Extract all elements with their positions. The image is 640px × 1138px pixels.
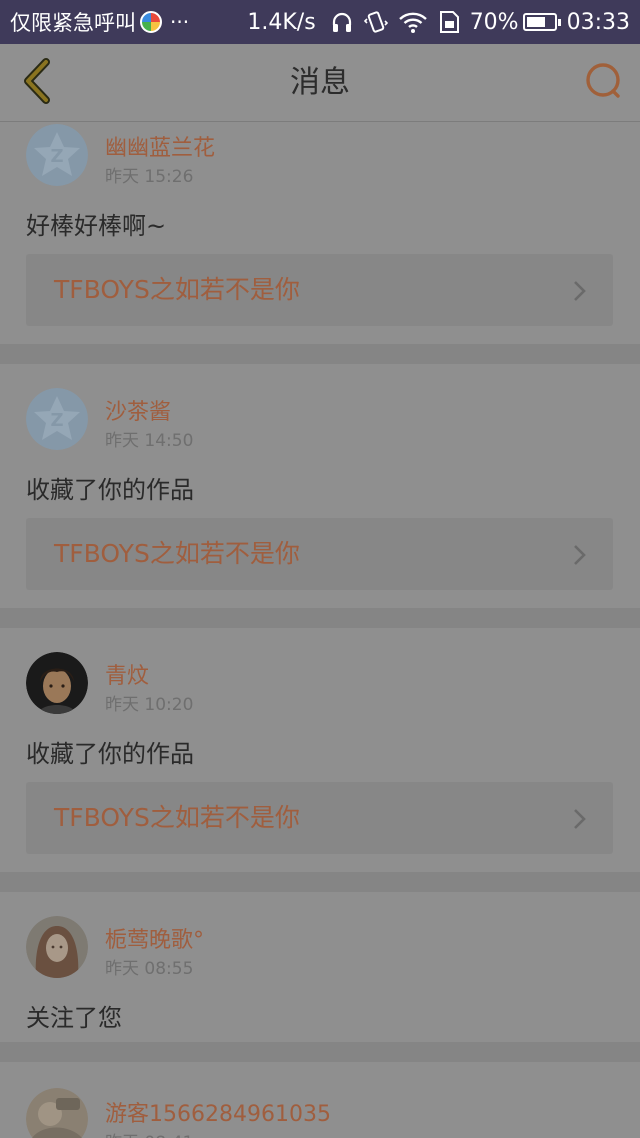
search-button[interactable] <box>582 61 626 105</box>
message-card: 游客1566284961035 昨天 08:41 <box>0 1062 640 1138</box>
message-text: 收藏了你的作品 <box>26 476 194 504</box>
work-title: TFBOYS之如若不是你 <box>54 275 300 304</box>
user-name[interactable]: 栀莺晚歌° <box>105 922 204 954</box>
avatar[interactable] <box>26 652 88 714</box>
divider <box>0 344 640 364</box>
battery-level <box>526 17 545 27</box>
message-time: 昨天 14:50 <box>105 431 194 451</box>
default-qq-avatar-icon: Z <box>26 124 88 186</box>
message-card: Z 沙茶酱 昨天 14:50 收藏了你的作品 TFBOYS之如若不是你 <box>0 364 640 608</box>
work-link[interactable]: TFBOYS之如若不是你 <box>26 782 613 854</box>
message-text: 关注了您 <box>26 1004 122 1032</box>
app-header: 消息 <box>0 44 640 122</box>
divider <box>0 608 640 628</box>
status-bar: 仅限紧急呼叫 ··· 1.4K/s 70% 03:33 <box>0 0 640 44</box>
search-icon <box>584 61 624 105</box>
carrier-text: 仅限紧急呼叫 <box>10 11 136 35</box>
avatar[interactable] <box>26 1088 88 1138</box>
user-name[interactable]: 幽幽蓝兰花 <box>105 130 215 162</box>
battery-percent: 70% <box>469 9 519 35</box>
avatar[interactable] <box>26 916 88 978</box>
clock: 03:33 <box>566 9 630 35</box>
message-card: Z 幽幽蓝兰花 昨天 15:26 好棒好棒啊~ TFBOYS之如若不是你 <box>0 122 640 344</box>
work-title: TFBOYS之如若不是你 <box>54 803 300 832</box>
female-portrait-avatar-icon <box>26 916 88 978</box>
sim-card-icon <box>438 10 460 34</box>
svg-text:Z: Z <box>50 146 63 167</box>
vibrate-icon <box>363 10 388 34</box>
work-link[interactable]: TFBOYS之如若不是你 <box>26 518 613 590</box>
svg-text:Z: Z <box>50 410 63 431</box>
chevron-right-icon <box>573 280 587 306</box>
message-feed[interactable]: Z 幽幽蓝兰花 昨天 15:26 好棒好棒啊~ TFBOYS之如若不是你 Z 沙… <box>0 122 640 1138</box>
message-card: 青炆 昨天 10:20 收藏了你的作品 TFBOYS之如若不是你 <box>0 628 640 872</box>
avatar[interactable]: Z <box>26 388 88 450</box>
chevron-right-icon <box>573 544 587 570</box>
chevron-right-icon <box>573 808 587 834</box>
message-time: 昨天 08:55 <box>105 959 194 979</box>
message-time: 昨天 10:20 <box>105 695 194 715</box>
work-title: TFBOYS之如若不是你 <box>54 539 300 568</box>
battery-icon <box>522 13 561 31</box>
more-notifications-icon: ··· <box>170 10 190 34</box>
user-name[interactable]: 青炆 <box>105 658 149 690</box>
app-notification-icon <box>140 11 162 33</box>
message-text: 收藏了你的作品 <box>26 740 194 768</box>
network-speed: 1.4K/s <box>247 9 316 35</box>
headphones-icon <box>330 10 354 34</box>
user-name[interactable]: 游客1566284961035 <box>105 1096 331 1128</box>
divider <box>0 872 640 892</box>
message-text: 好棒好棒啊~ <box>26 212 167 240</box>
user-name[interactable]: 沙茶酱 <box>105 394 171 426</box>
battery-indicator: 70% <box>469 9 561 35</box>
wifi-icon <box>398 10 428 34</box>
message-time: 昨天 08:41 <box>105 1128 193 1138</box>
work-link[interactable]: TFBOYS之如若不是你 <box>26 254 613 326</box>
photo-avatar-icon <box>26 1088 88 1138</box>
page-title: 消息 <box>290 65 350 100</box>
message-card: 栀莺晚歌° 昨天 08:55 关注了您 <box>0 892 640 1042</box>
avatar[interactable]: Z <box>26 124 88 186</box>
male-portrait-avatar-icon <box>26 652 88 714</box>
default-qq-avatar-icon: Z <box>26 388 88 450</box>
status-right: 1.4K/s 70% 03:33 <box>247 10 630 35</box>
divider <box>0 1042 640 1062</box>
message-time: 昨天 15:26 <box>105 167 194 187</box>
status-left: 仅限紧急呼叫 ··· <box>10 7 189 37</box>
